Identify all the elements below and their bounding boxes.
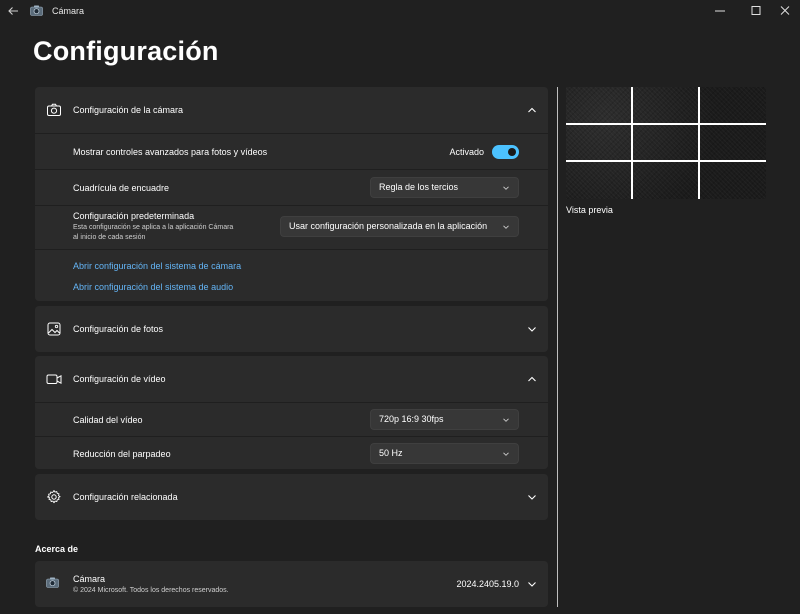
- flicker-reduction-dropdown[interactable]: 50 Hz: [370, 443, 519, 464]
- about-app-name: Cámara: [73, 574, 106, 584]
- window-title: Cámara: [52, 6, 85, 16]
- video-camera-icon: [46, 371, 62, 387]
- default-settings-dropdown[interactable]: Usar configuración personalizada en la a…: [280, 216, 519, 237]
- flicker-reduction-value: 50 Hz: [379, 448, 403, 458]
- chevron-down-icon: [502, 450, 510, 458]
- default-settings-description-1: Esta configuración se aplica a la aplica…: [73, 224, 234, 231]
- advanced-controls-toggle[interactable]: [492, 145, 519, 159]
- advanced-controls-row: Mostrar controles avanzados para fotos y…: [35, 133, 548, 169]
- video-quality-dropdown[interactable]: 720p 16:9 30fps: [370, 409, 519, 430]
- camera-settings-card: Configuración de la cámara Mostrar contr…: [35, 87, 548, 301]
- advanced-controls-label: Mostrar controles avanzados para fotos y…: [73, 147, 268, 157]
- maximize-button[interactable]: [741, 2, 771, 20]
- chevron-up-icon[interactable]: [526, 373, 538, 385]
- flicker-reduction-label: Reducción del parpadeo: [73, 449, 171, 459]
- grid-line-horizontal-2: [566, 160, 766, 162]
- video-settings-title: Configuración de vídeo: [73, 374, 166, 384]
- video-quality-row: Calidad del vídeo 720p 16:9 30fps: [35, 402, 548, 436]
- system-links-row: Abrir configuración del sistema de cámar…: [35, 249, 548, 301]
- grid-line-vertical-2: [698, 87, 700, 199]
- gear-icon: [46, 489, 62, 505]
- framing-grid-row: Cuadrícula de encuadre Regla de los terc…: [35, 169, 548, 205]
- related-settings-header[interactable]: Configuración relacionada: [35, 474, 548, 520]
- about-version: 2024.2405.19.0: [456, 579, 519, 589]
- back-arrow-icon[interactable]: [6, 4, 20, 18]
- title-bar: Cámara: [0, 0, 800, 22]
- photo-settings-header[interactable]: Configuración de fotos: [35, 306, 548, 352]
- default-settings-description-2: al inicio de cada sesión: [73, 234, 146, 241]
- chevron-down-icon: [502, 416, 510, 424]
- close-button[interactable]: [770, 2, 800, 20]
- video-quality-value: 720p 16:9 30fps: [379, 414, 444, 424]
- grid-line-horizontal-1: [566, 123, 766, 125]
- chevron-down-icon[interactable]: [526, 578, 538, 590]
- photo-settings-title: Configuración de fotos: [73, 324, 164, 334]
- camera-settings-header[interactable]: Configuración de la cámara: [35, 87, 548, 133]
- framing-grid-label: Cuadrícula de encuadre: [73, 183, 170, 193]
- chevron-up-icon[interactable]: [526, 104, 538, 116]
- preview-label: Vista previa: [566, 205, 613, 215]
- audio-system-settings-link[interactable]: Abrir configuración del sistema de audio: [73, 282, 233, 292]
- toggle-state-label: Activado: [449, 147, 484, 157]
- framing-grid-dropdown[interactable]: Regla de los tercios: [370, 177, 519, 198]
- about-copyright: © 2024 Microsoft. Todos los derechos res…: [73, 587, 229, 594]
- flicker-reduction-row: Reducción del parpadeo 50 Hz: [35, 436, 548, 469]
- video-settings-card: Configuración de vídeo Calidad del vídeo…: [35, 356, 548, 469]
- chevron-down-icon[interactable]: [526, 323, 538, 335]
- about-card[interactable]: Cámara © 2024 Microsoft. Todos los derec…: [35, 561, 548, 607]
- toggle-knob: [508, 148, 516, 156]
- about-section-title: Acerca de: [35, 544, 79, 554]
- video-quality-label: Calidad del vídeo: [73, 415, 143, 425]
- chevron-down-icon[interactable]: [526, 491, 538, 503]
- chevron-down-icon: [502, 223, 510, 231]
- image-icon: [46, 321, 62, 337]
- default-settings-value: Usar configuración personalizada en la a…: [289, 221, 488, 231]
- camera-preview: [566, 87, 766, 199]
- default-settings-label: Configuración predeterminada: [73, 211, 195, 221]
- related-settings-title: Configuración relacionada: [73, 492, 178, 502]
- camera-system-settings-link[interactable]: Abrir configuración del sistema de cámar…: [73, 261, 241, 271]
- camera-icon: [46, 102, 62, 118]
- photo-settings-card[interactable]: Configuración de fotos: [35, 306, 548, 352]
- preview-image: [566, 87, 766, 199]
- framing-grid-value: Regla de los tercios: [379, 182, 459, 192]
- default-settings-row: Configuración predeterminada Esta config…: [35, 205, 548, 249]
- video-settings-header[interactable]: Configuración de vídeo: [35, 356, 548, 402]
- related-settings-card[interactable]: Configuración relacionada: [35, 474, 548, 520]
- chevron-down-icon: [502, 184, 510, 192]
- camera-settings-title: Configuración de la cámara: [73, 105, 184, 115]
- camera-app-icon: [30, 5, 43, 16]
- grid-line-vertical-1: [631, 87, 633, 199]
- page-title: Configuración: [33, 36, 219, 66]
- minimize-button[interactable]: [705, 2, 735, 20]
- preview-divider: [557, 87, 558, 607]
- camera-app-icon: [46, 577, 59, 588]
